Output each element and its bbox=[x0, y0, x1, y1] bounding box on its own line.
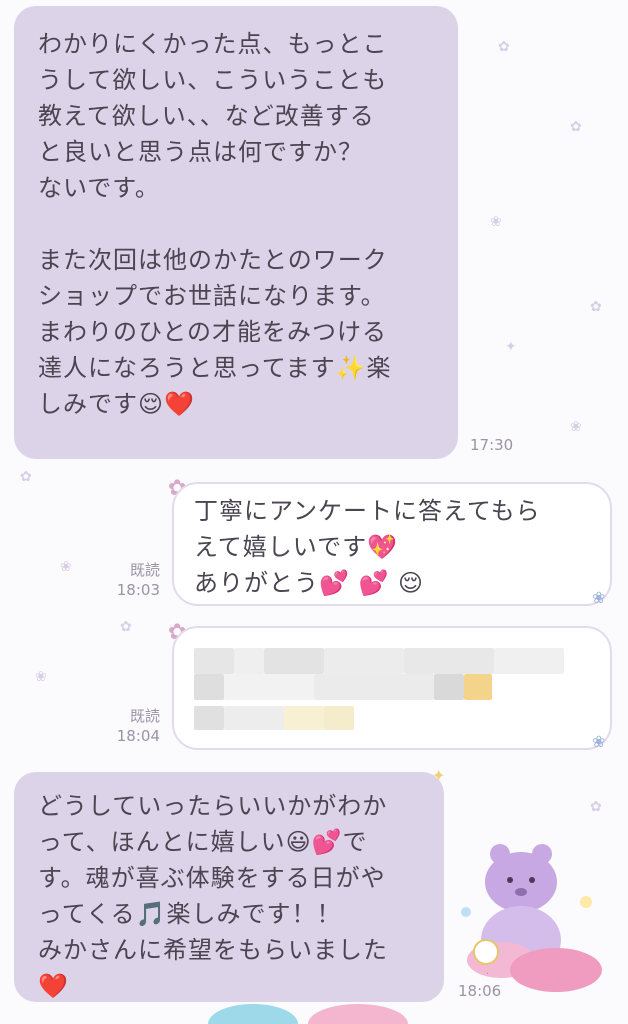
message-line: みかさんに希望をもらいました bbox=[38, 936, 388, 964]
bg-flower-icon: ✿ bbox=[120, 619, 132, 635]
message-line: ショップでお世話になります。 bbox=[38, 282, 386, 310]
blurred-content bbox=[174, 628, 610, 748]
message-line: うして欲しい、こういうことも bbox=[38, 66, 388, 94]
bg-flower-icon: ❀ bbox=[490, 214, 502, 230]
bg-flower-icon: ✿ bbox=[590, 299, 602, 315]
bubble-star-icon: ✦ bbox=[432, 766, 446, 785]
message-line: 丁寧にアンケートに答えてもら bbox=[194, 497, 541, 525]
message-line: また次回は他のかたとのワーク bbox=[38, 246, 388, 274]
message-line: 教えて欲しい、、など改善する bbox=[38, 102, 375, 130]
message-bubble-outgoing-blurred[interactable] bbox=[172, 626, 612, 750]
message-line: しみです😌❤️ bbox=[38, 390, 195, 418]
message-bubble-incoming[interactable]: わかりにくかった点、もっとこ うして欲しい、こういうことも 教えて欲しい、、など… bbox=[14, 6, 458, 459]
bg-flower-icon: ✿ bbox=[20, 469, 32, 485]
bg-flower-icon: ❀ bbox=[570, 419, 582, 435]
message-line: ってくる🎵楽しみです！！ bbox=[38, 900, 342, 928]
bg-flower-icon: ✿ bbox=[570, 119, 582, 135]
message-line: ないです。 bbox=[38, 174, 160, 202]
bg-flower-icon: ✿ bbox=[590, 799, 602, 815]
message-time: 18:04 bbox=[116, 727, 160, 745]
bg-flower-icon: ✿ bbox=[498, 39, 510, 55]
message-line: と良いと思う点は何ですか？ bbox=[38, 138, 363, 166]
message-line: って、ほんとに嬉しい😃💕で bbox=[38, 828, 368, 856]
message-line: 達人になろうと思ってます✨楽 bbox=[38, 354, 392, 382]
read-receipt: 既読 18:03 bbox=[100, 560, 160, 600]
bubble-flower-icon: ❀ bbox=[592, 588, 606, 607]
read-receipt: 既読 18:04 bbox=[100, 706, 160, 746]
message-line: わかりにくかった点、もっとこ bbox=[38, 30, 388, 58]
bg-flower-icon: ❀ bbox=[35, 669, 47, 685]
svg-text:.: . bbox=[486, 966, 489, 977]
bubble-flower-icon: ❀ bbox=[592, 732, 606, 751]
character-sticker-decoration bbox=[208, 1000, 428, 1024]
message-line: どうしていったらいいかがわか bbox=[38, 792, 388, 820]
message-time: 18:03 bbox=[116, 581, 160, 599]
bg-flower-icon: ❀ bbox=[60, 559, 72, 575]
message-bubble-outgoing[interactable]: 丁寧にアンケートに答えてもら えて嬉しいです💖 ありがとう💕 💕 😌 bbox=[172, 482, 612, 606]
message-line: まわりのひとの才能をみつける bbox=[38, 318, 388, 346]
read-label: 既読 bbox=[129, 707, 160, 725]
read-label: 既読 bbox=[129, 561, 160, 579]
message-bubble-incoming[interactable]: どうしていったらいいかがわか って、ほんとに嬉しい😃💕で す。魂が喜ぶ体験をする… bbox=[14, 772, 444, 1002]
message-time: 17:30 bbox=[470, 436, 514, 454]
message-time: 18:06 bbox=[458, 982, 502, 1000]
message-line: ありがとう💕 💕 😌 bbox=[194, 569, 425, 597]
message-line: す。魂が喜ぶ体験をする日がや bbox=[38, 864, 386, 892]
message-line: えて嬉しいです💖 bbox=[194, 533, 398, 561]
bg-star-icon: ✦ bbox=[505, 339, 517, 355]
message-line: ❤️ bbox=[38, 972, 69, 1000]
